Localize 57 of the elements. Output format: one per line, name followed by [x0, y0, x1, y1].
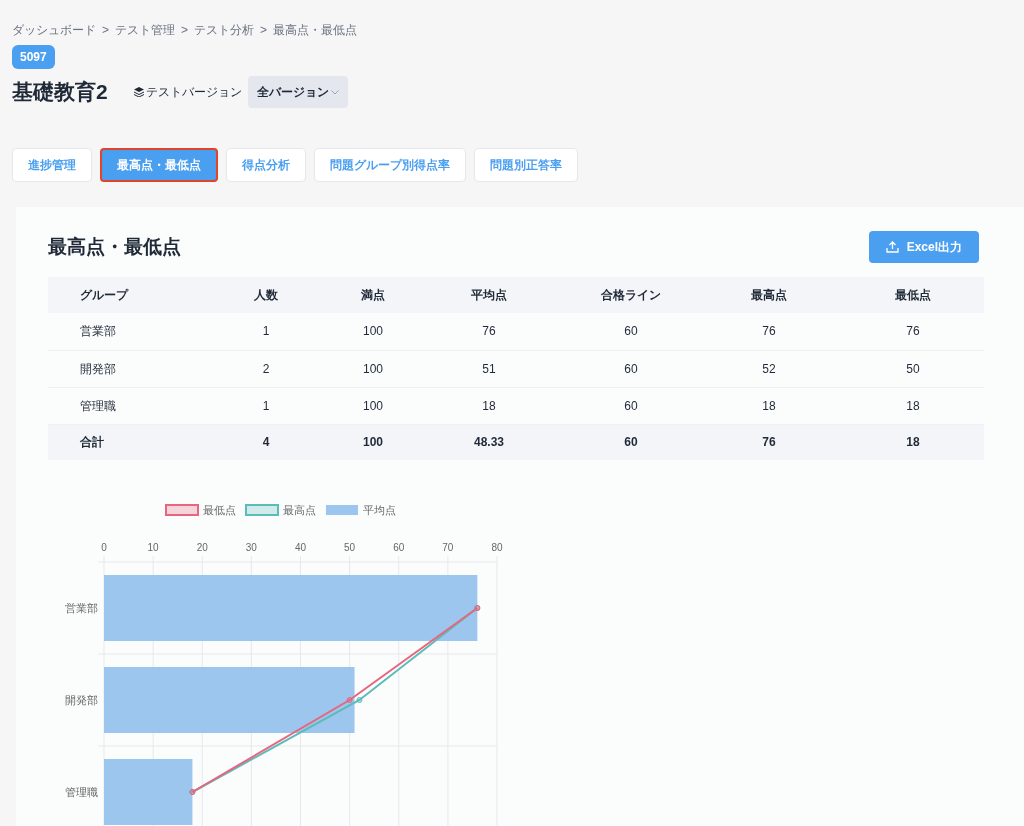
axis-tick-label: 50 [344, 542, 356, 553]
axis-tick-label: 10 [147, 542, 159, 553]
table-cell: 76 [696, 313, 842, 350]
category-label: 管理職 [65, 786, 98, 798]
legend-label: 最低点 [203, 504, 236, 516]
column-header: 最低点 [842, 277, 984, 313]
table-cell: 100 [334, 424, 412, 460]
column-header: 満点 [334, 277, 412, 313]
table-cell: 18 [842, 424, 984, 460]
table-cell: 2 [198, 350, 334, 387]
table-cell: 52 [696, 350, 842, 387]
table-cell: 76 [412, 313, 566, 350]
axis-tick-label: 20 [196, 542, 208, 553]
table-cell: 営業部 [48, 313, 198, 350]
table-cell: 管理職 [48, 387, 198, 424]
axis-tick-label: 40 [294, 542, 307, 553]
breadcrumb-separator: > [102, 22, 109, 39]
axis-tick-label: 0 [101, 542, 107, 553]
table-cell: 100 [334, 350, 412, 387]
table-cell: 開発部 [48, 350, 198, 387]
table-cell: 60 [566, 387, 696, 424]
legend-label: 平均点 [363, 504, 396, 516]
page-title: 基礎教育2 [12, 79, 109, 106]
axis-tick-label: 60 [393, 542, 405, 553]
table-cell: 60 [566, 350, 696, 387]
table-cell: 76 [696, 424, 842, 460]
table-cell: 100 [334, 387, 412, 424]
table-cell: 76 [842, 313, 984, 350]
column-header: 合格ライン [566, 277, 696, 313]
axis-tick-label: 70 [442, 542, 454, 553]
table-cell: 18 [842, 387, 984, 424]
table-cell: 合計 [48, 424, 198, 460]
legend-label: 最高点 [283, 504, 316, 516]
column-header: 最高点 [696, 277, 842, 313]
breadcrumb-separator: > [260, 22, 268, 39]
table-cell: 51 [412, 350, 566, 387]
axis-tick-label: 30 [245, 542, 257, 553]
table-cell: 60 [566, 424, 696, 460]
column-header: グループ [48, 277, 198, 313]
column-header: 平均点 [412, 277, 566, 313]
column-header: 人数 [198, 277, 334, 313]
table-cell: 48.33 [412, 424, 566, 460]
version-label: テストバージョン [146, 84, 242, 101]
table-cell: 50 [842, 350, 984, 387]
table-cell: 18 [696, 387, 842, 424]
table-cell: 1 [198, 313, 334, 350]
table-cell: 4 [198, 424, 334, 460]
axis-tick-label: 80 [491, 542, 503, 553]
section-title: 最高点・最低点 [48, 234, 181, 259]
category-label: 営業部 [65, 602, 98, 614]
table-cell: 60 [566, 313, 696, 350]
table-cell: 1 [198, 387, 334, 424]
breadcrumb-separator: > [181, 22, 189, 39]
id-badge: 5097 [12, 45, 55, 69]
table-cell: 100 [334, 313, 412, 350]
category-label: 開発部 [65, 694, 98, 706]
table-cell: 18 [412, 387, 566, 424]
